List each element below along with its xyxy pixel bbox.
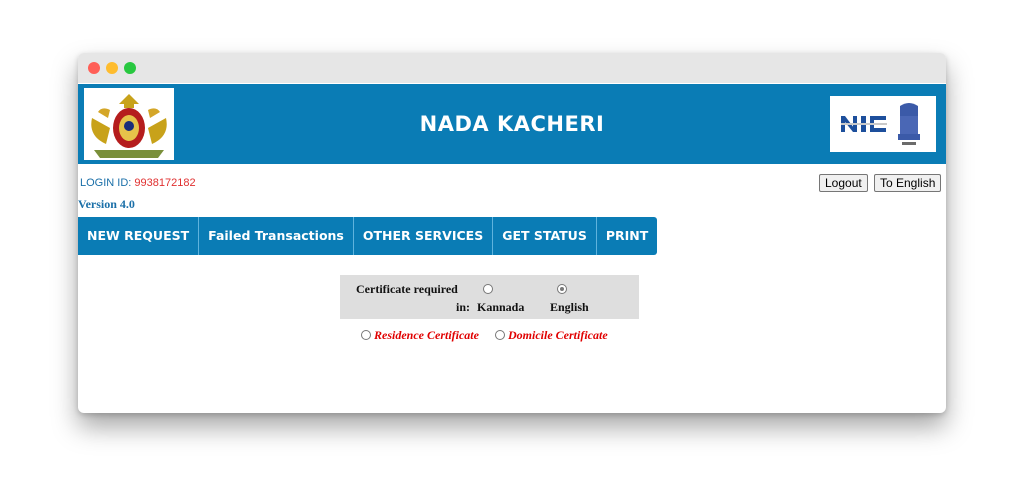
- nav-get-status[interactable]: GET STATUS: [493, 217, 597, 255]
- browser-window: NADA KACHERI LOGIN ID: 9938172182 Versio…: [78, 53, 946, 413]
- nav-new-request[interactable]: NEW REQUEST: [78, 217, 200, 255]
- login-id-label: LOGIN ID:: [80, 177, 132, 189]
- domicile-certificate-option[interactable]: Domicile Certificate: [495, 328, 608, 343]
- residence-certificate-option[interactable]: Residence Certificate: [361, 328, 479, 343]
- version-label: Version 4.0: [78, 197, 135, 211]
- logout-button[interactable]: Logout: [819, 174, 868, 192]
- residence-certificate-label: Residence Certificate: [374, 328, 479, 342]
- maximize-window-button[interactable]: [124, 62, 136, 74]
- language-toggle-button[interactable]: To English: [874, 174, 942, 192]
- english-label: English: [550, 300, 589, 314]
- nav-print[interactable]: PRINT: [597, 217, 657, 255]
- certificate-language-panel: Certificate required in: Kannada English: [340, 275, 639, 319]
- certificate-in-label: in:: [456, 300, 471, 314]
- english-radio[interactable]: [557, 284, 567, 294]
- nav-failed-transactions[interactable]: Failed Transactions: [199, 217, 354, 255]
- kannada-radio[interactable]: [483, 284, 493, 294]
- domicile-certificate-radio[interactable]: [495, 330, 505, 340]
- domicile-certificate-label: Domicile Certificate: [508, 328, 608, 342]
- login-id-value: 9938172182: [134, 177, 196, 189]
- login-id: LOGIN ID: 9938172182: [80, 177, 196, 189]
- nav-other-services[interactable]: OTHER SERVICES: [354, 217, 494, 255]
- close-window-button[interactable]: [88, 62, 100, 74]
- nic-logo-icon: [830, 96, 936, 152]
- window-titlebar: [78, 53, 946, 83]
- minimize-window-button[interactable]: [106, 62, 118, 74]
- residence-certificate-radio[interactable]: [361, 330, 371, 340]
- kannada-label: Kannada: [477, 300, 525, 314]
- main-nav: NEW REQUEST Failed Transactions OTHER SE…: [78, 217, 658, 255]
- certificate-required-label: Certificate required: [356, 282, 458, 296]
- site-header: NADA KACHERI: [78, 84, 946, 164]
- page-title: NADA KACHERI: [419, 112, 605, 136]
